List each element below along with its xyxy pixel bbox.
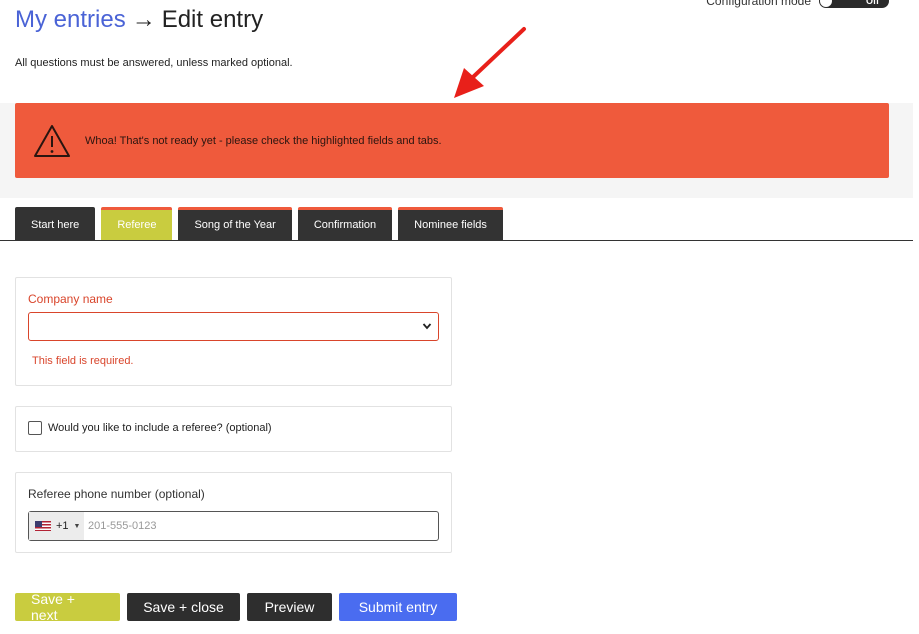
referee-checkbox-row: Would you like to include a referee? (op… (28, 421, 272, 435)
configuration-mode-label: Configuration mode (706, 0, 811, 8)
referee-checkbox-card: Would you like to include a referee? (op… (15, 406, 452, 452)
toggle-state: Off (866, 0, 879, 6)
tab-start-here[interactable]: Start here (15, 207, 96, 240)
company-name-error: This field is required. (32, 355, 134, 367)
company-name-card: Company name This field is required. (15, 277, 452, 386)
submit-entry-button[interactable]: Submit entry (339, 593, 457, 621)
us-flag-icon (35, 521, 51, 531)
dial-code: +1 (56, 520, 69, 532)
configuration-mode: Configuration mode Off (706, 0, 889, 8)
tab-divider (0, 240, 913, 241)
country-code-dropdown[interactable]: +1 ▼ (29, 512, 84, 540)
referee-phone-field: +1 ▼ 201-555-0123 (28, 511, 439, 541)
page-title: My entries → Edit entry (15, 6, 263, 34)
save-next-button[interactable]: Save + next (15, 591, 120, 623)
tab-referee[interactable]: Referee (101, 207, 173, 240)
my-entries-link[interactable]: My entries (15, 6, 126, 34)
configuration-mode-toggle[interactable]: Off (819, 0, 889, 8)
caret-down-icon: ▼ (73, 522, 81, 530)
save-close-button[interactable]: Save + close (127, 593, 240, 621)
referee-checkbox-label: Would you like to include a referee? (op… (48, 422, 272, 434)
tab-confirmation[interactable]: Confirmation (297, 207, 393, 240)
phone-input[interactable]: 201-555-0123 (88, 520, 157, 532)
referee-phone-card: Referee phone number (optional) +1 ▼ 201… (15, 472, 452, 553)
preview-button[interactable]: Preview (247, 593, 332, 621)
toggle-knob (820, 0, 832, 7)
company-name-select[interactable] (28, 312, 439, 341)
tab-song-of-the-year[interactable]: Song of the Year (178, 207, 292, 240)
referee-phone-label: Referee phone number (optional) (28, 487, 205, 501)
error-alert: Whoa! That's not ready yet - please chec… (15, 103, 889, 178)
company-name-label: Company name (28, 292, 113, 306)
current-page-title: Edit entry (161, 6, 264, 33)
breadcrumb-separator: → (131, 6, 156, 33)
tab-nominee-fields[interactable]: Nominee fields (398, 207, 503, 240)
chevron-down-icon (422, 323, 432, 330)
intro-text: All questions must be answered, unless m… (15, 57, 293, 69)
red-arrow-annotation-icon (454, 27, 526, 98)
alert-message: Whoa! That's not ready yet - please chec… (85, 134, 442, 147)
referee-checkbox[interactable] (28, 421, 42, 435)
tab-bar: Start here Referee Song of the Year Conf… (15, 207, 503, 240)
warning-icon (34, 124, 70, 157)
